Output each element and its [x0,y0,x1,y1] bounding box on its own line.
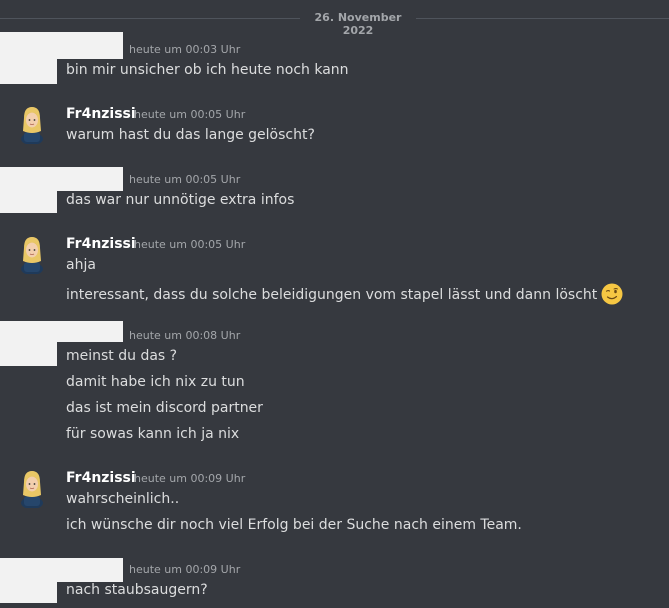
message-text: interessant, dass du solche beleidigunge… [66,287,598,303]
message-timestamp[interactable]: heute um 00:03 Uhr [129,43,240,56]
redacted-username[interactable] [57,321,123,342]
message-text: für sowas kann ich ja nix [66,426,240,442]
message-text: das ist mein discord partner [66,400,263,416]
divider-line-left [0,18,300,19]
user-avatar[interactable] [16,468,48,508]
date-divider: 26. November 2022 [0,8,669,37]
username[interactable]: Fr4nzissi [66,236,136,252]
message-text: ich wünsche dir noch viel Erfolg bei der… [66,517,522,533]
message-text: ahja [66,257,96,273]
message-timestamp[interactable]: heute um 00:09 Uhr [129,563,240,576]
date-divider-label: 26. November 2022 [314,11,402,37]
redacted-avatar [0,558,57,603]
message-text: nach staubsaugern? [66,582,208,598]
user-avatar[interactable] [16,234,48,274]
redacted-avatar [0,321,57,366]
message-text: warum hast du das lange gelöscht? [66,127,315,143]
message-text: meinst du das ? [66,348,178,364]
redacted-username[interactable] [57,558,123,582]
message-text-with-emoji: interessant, dass du solche beleidigunge… [66,283,623,305]
message-timestamp[interactable]: heute um 00:05 Uhr [129,173,240,186]
divider-line-right [416,18,669,19]
username[interactable]: Fr4nzissi [66,470,136,486]
message-text: das war nur unnötige extra infos [66,192,295,208]
username[interactable]: Fr4nzissi [66,106,136,122]
message-timestamp[interactable]: heute um 00:05 Uhr [134,238,245,251]
redacted-avatar [0,167,57,213]
message-timestamp[interactable]: heute um 00:05 Uhr [134,108,245,121]
redacted-username[interactable] [57,32,123,59]
message-text: wahrscheinlich.. [66,491,180,507]
redacted-username[interactable] [57,167,123,191]
message-text: bin mir unsicher ob ich heute noch kann [66,62,349,78]
user-avatar[interactable] [16,104,48,144]
redacted-avatar [0,32,57,84]
winking-face-emoji [601,283,623,305]
message-text: damit habe ich nix zu tun [66,374,245,390]
message-timestamp[interactable]: heute um 00:09 Uhr [134,472,245,485]
message-timestamp[interactable]: heute um 00:08 Uhr [129,329,240,342]
